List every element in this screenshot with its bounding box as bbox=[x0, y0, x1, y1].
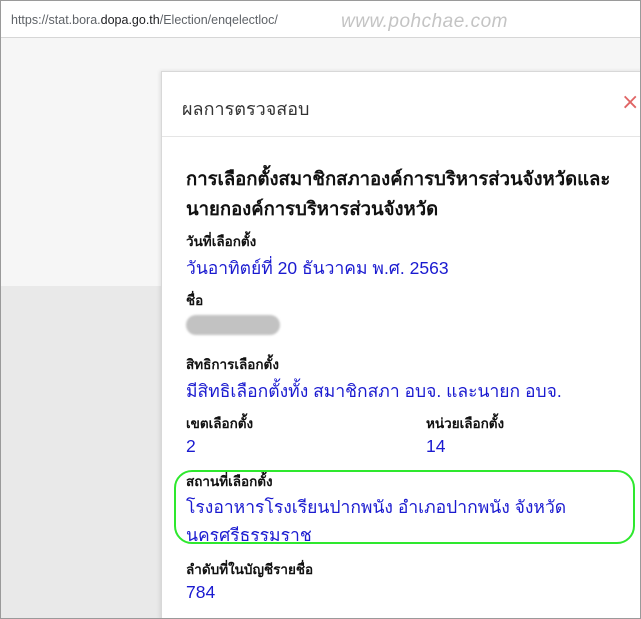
date-label: วันที่เลือกตั้ง bbox=[186, 234, 257, 249]
right-value: มีสิทธิเลือกตั้งทั้ง สมาชิกสภา อบจ. และน… bbox=[186, 381, 562, 401]
url-text[interactable]: https://stat.bora.dopa.go.th/Election/en… bbox=[11, 13, 278, 27]
station-highlight bbox=[174, 470, 635, 544]
url-prefix: https://stat.bora. bbox=[11, 13, 101, 27]
order-label: ลำดับที่ในบัญชีรายชื่อ bbox=[186, 562, 314, 577]
district-label: เขตเลือกตั้ง bbox=[186, 416, 254, 431]
district-value: 2 bbox=[186, 436, 196, 456]
modal-header: ผลการตรวจสอบ × bbox=[162, 72, 640, 137]
unit-label: หน่วยเลือกตั้ง bbox=[426, 416, 505, 431]
modal-title: ผลการตรวจสอบ bbox=[182, 99, 310, 119]
close-icon[interactable]: × bbox=[621, 92, 639, 114]
watermark: www.pohchae.com bbox=[341, 11, 508, 32]
order-value: 784 bbox=[186, 582, 216, 602]
address-bar[interactable]: https://stat.bora.dopa.go.th/Election/en… bbox=[1, 1, 640, 38]
election-title: การเลือกตั้งสมาชิกสภาองค์การบริหารส่วนจั… bbox=[186, 168, 611, 219]
url-domain: dopa.go.th bbox=[100, 13, 160, 27]
right-label: สิทธิการเลือกตั้ง bbox=[186, 357, 279, 372]
browser-window: https://stat.bora.dopa.go.th/Election/en… bbox=[0, 0, 641, 619]
redacted-name bbox=[186, 315, 280, 335]
url-path: /Election/enqelectloc/ bbox=[159, 13, 278, 27]
date-value: วันอาทิตย์ที่ 20 ธันวาคม พ.ศ. 2563 bbox=[186, 258, 449, 278]
name-label: ชื่อ bbox=[186, 293, 204, 308]
unit-value: 14 bbox=[426, 436, 446, 456]
